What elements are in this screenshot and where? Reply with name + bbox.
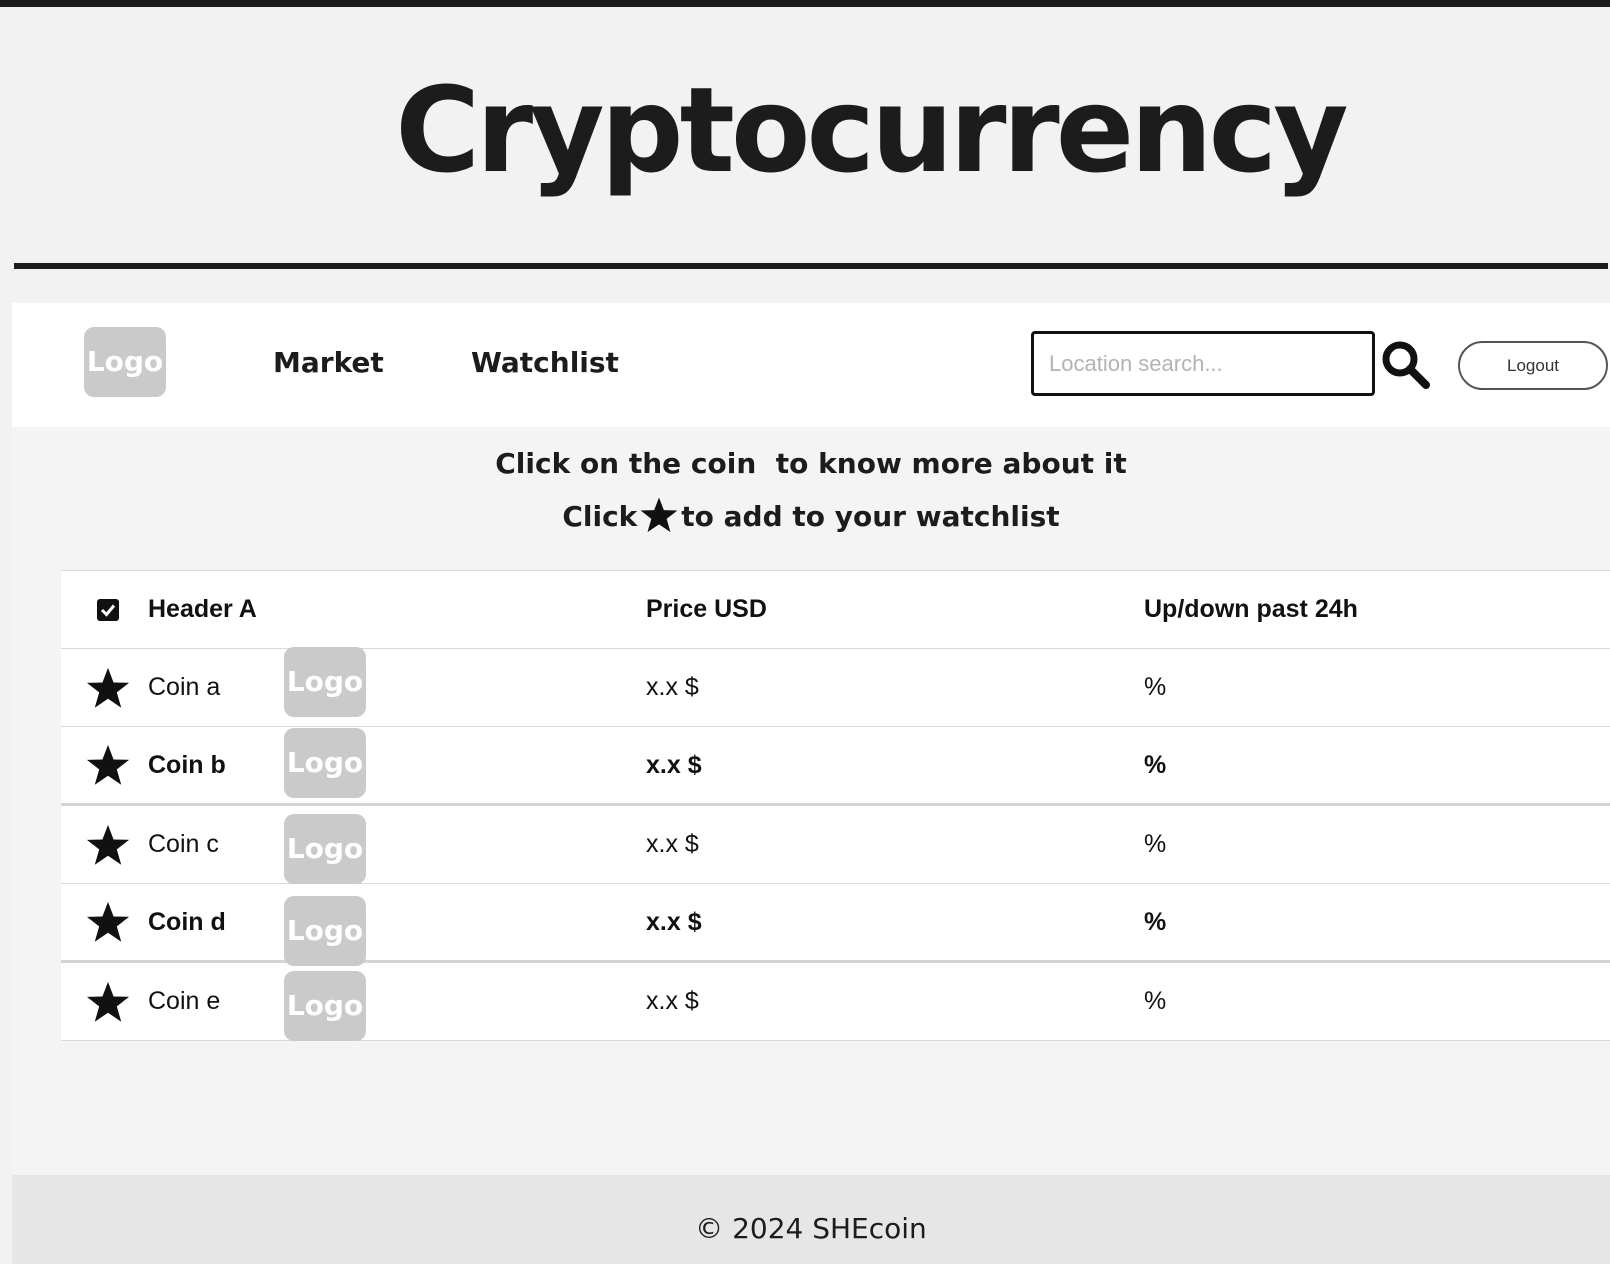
coin-logo[interactable]: Logo	[284, 647, 366, 717]
footer-copyright: © 2024 SHEcoin	[695, 1212, 927, 1245]
coin-name[interactable]: Coin b	[148, 727, 226, 803]
coin-logo[interactable]: Logo	[284, 896, 366, 966]
top-border	[0, 0, 1610, 7]
title-divider	[14, 263, 1608, 269]
row-star-cell	[85, 727, 131, 803]
table-row[interactable]: Coin e Logo x.x $ %	[61, 963, 1610, 1041]
coin-logo[interactable]: Logo	[284, 728, 366, 798]
row-star-cell	[85, 963, 131, 1040]
header-price-usd[interactable]: Price USD	[646, 571, 767, 648]
nav-watchlist-link[interactable]: Watchlist	[471, 346, 619, 379]
coin-price: x.x $	[646, 987, 699, 1015]
star-icon[interactable]	[85, 739, 131, 791]
coin-name[interactable]: Coin e	[148, 963, 220, 1040]
coin-change: %	[1144, 750, 1167, 779]
instruction-click-text: Click	[562, 500, 638, 533]
star-icon[interactable]	[85, 819, 131, 871]
coin-name[interactable]: Coin a	[148, 649, 220, 726]
coin-price: x.x $	[646, 907, 702, 936]
coin-logo[interactable]: Logo	[284, 814, 366, 884]
table-row[interactable]: Coin d Logo x.x $ %	[61, 884, 1610, 966]
search-icon[interactable]	[1380, 339, 1432, 391]
coin-change: %	[1144, 673, 1167, 701]
logout-button[interactable]: Logout	[1458, 341, 1608, 390]
checkmark-icon	[100, 604, 116, 617]
location-search-input[interactable]	[1031, 331, 1375, 396]
instruction-line-2: Click to add to your watchlist	[0, 495, 1610, 535]
nav-market-link[interactable]: Market	[273, 346, 384, 379]
star-icon[interactable]	[85, 976, 131, 1028]
instruction-watchlist-text: to add to your watchlist	[681, 500, 1060, 533]
coin-table: Header A Price USD Up/down past 24h Coin…	[61, 570, 1610, 1041]
checkbox-checked-icon[interactable]	[97, 598, 119, 621]
table-header-row: Header A Price USD Up/down past 24h	[61, 571, 1610, 649]
coin-logo[interactable]: Logo	[284, 971, 366, 1041]
page-title: Cryptocurrency	[395, 61, 1348, 199]
site-logo[interactable]: Logo	[84, 327, 166, 397]
header-checkbox-cell	[85, 571, 131, 648]
table-row[interactable]: Coin b Logo x.x $ %	[61, 727, 1610, 806]
coin-price: x.x $	[646, 750, 702, 779]
star-icon[interactable]	[85, 896, 131, 948]
star-icon	[640, 497, 678, 533]
coin-price: x.x $	[646, 830, 699, 858]
coin-name[interactable]: Coin d	[148, 884, 226, 960]
table-row[interactable]: Coin a Logo x.x $ %	[61, 647, 1610, 727]
header-change-24h[interactable]: Up/down past 24h	[1144, 571, 1358, 648]
instruction-line-1: Click on the coin to know more about it	[495, 447, 1127, 480]
coin-change: %	[1144, 830, 1167, 858]
row-star-cell	[85, 806, 131, 883]
row-star-cell	[85, 649, 131, 726]
table-row[interactable]: Coin c Logo x.x $ %	[61, 806, 1610, 884]
header-a[interactable]: Header A	[148, 571, 257, 648]
star-icon[interactable]	[85, 662, 131, 714]
row-star-cell	[85, 884, 131, 960]
coin-name[interactable]: Coin c	[148, 806, 219, 883]
coin-change: %	[1144, 907, 1167, 936]
coin-price: x.x $	[646, 673, 699, 701]
coin-change: %	[1144, 987, 1167, 1015]
